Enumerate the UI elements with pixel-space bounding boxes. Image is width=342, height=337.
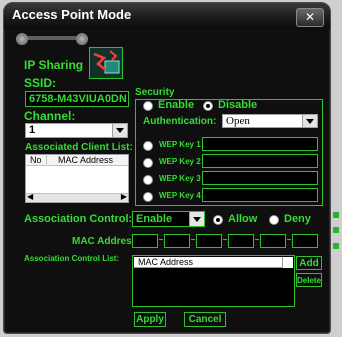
channel-value: 1 bbox=[29, 124, 36, 136]
client-list-col-mac: MAC Address bbox=[58, 155, 114, 165]
authentication-value: Open bbox=[226, 115, 250, 127]
ip-sharing-label: IP Sharing bbox=[24, 58, 84, 72]
authentication-select[interactable]: Open bbox=[222, 114, 318, 128]
mac-octet-2-input[interactable] bbox=[164, 234, 190, 248]
wep-key-1-input[interactable] bbox=[202, 137, 318, 151]
close-icon: ✕ bbox=[304, 10, 316, 24]
wep-key-1-radio[interactable] bbox=[143, 141, 153, 151]
slider-knob-right-icon bbox=[76, 33, 88, 45]
ssid-input[interactable]: 6758-M43VIUA0DN bbox=[25, 91, 129, 107]
association-control-label: Association Control: bbox=[24, 213, 133, 225]
window-title: Access Point Mode bbox=[12, 7, 132, 22]
indicator-dot-1-icon bbox=[333, 212, 339, 218]
chevron-down-icon[interactable] bbox=[189, 212, 204, 226]
security-disable-radio[interactable] bbox=[203, 101, 213, 111]
wep-key-4-label: WEP Key 4 bbox=[159, 191, 201, 200]
mac-octet-3-input[interactable] bbox=[196, 234, 222, 248]
mac-octet-6-input[interactable] bbox=[292, 234, 318, 248]
client-list-col-no: No bbox=[30, 155, 42, 165]
deny-label: Deny bbox=[284, 213, 311, 225]
wep-key-2-label: WEP Key 2 bbox=[159, 157, 201, 166]
mac-octet-4-input[interactable] bbox=[228, 234, 254, 248]
wep-key-3-input[interactable] bbox=[202, 171, 318, 185]
title-bar[interactable]: Access Point Mode ✕ bbox=[4, 3, 330, 29]
close-button[interactable]: ✕ bbox=[296, 8, 324, 27]
mac-octet-5-input[interactable] bbox=[260, 234, 286, 248]
wep-key-2-radio[interactable] bbox=[143, 158, 153, 168]
client-list-header: No MAC Address bbox=[26, 154, 128, 166]
add-button[interactable]: Add bbox=[296, 256, 322, 270]
channel-select[interactable]: 1 bbox=[25, 123, 128, 138]
chevron-down-icon[interactable] bbox=[302, 115, 317, 127]
mac-address-label: MAC Address: bbox=[72, 236, 141, 247]
allow-label: Allow bbox=[228, 213, 258, 225]
association-control-value: Enable bbox=[136, 213, 173, 225]
apply-button[interactable]: Apply bbox=[134, 312, 166, 327]
access-point-window: Access Point Mode ✕ IP Sharing SSID: 675… bbox=[3, 2, 331, 334]
association-control-list-label: Association Control List: bbox=[24, 254, 120, 263]
mac-address-input[interactable] bbox=[132, 234, 322, 248]
allow-radio[interactable] bbox=[213, 215, 223, 225]
indicator-dot-3-icon bbox=[333, 243, 339, 249]
deny-radio[interactable] bbox=[269, 215, 279, 225]
associated-client-list[interactable]: No MAC Address ◀ ▶ bbox=[25, 154, 129, 203]
security-disable-label: Disable bbox=[218, 99, 258, 111]
indicator-dot-2-icon bbox=[333, 227, 339, 233]
wep-key-4-radio[interactable] bbox=[143, 192, 153, 202]
chevron-down-icon[interactable] bbox=[112, 124, 127, 137]
wep-key-3-label: WEP Key 3 bbox=[159, 174, 201, 183]
association-control-list[interactable]: MAC Address bbox=[132, 255, 295, 307]
wep-key-1-label: WEP Key 1 bbox=[159, 140, 201, 149]
security-label: Security bbox=[135, 87, 175, 98]
control-list-col-mac: MAC Address bbox=[138, 257, 194, 267]
cancel-button[interactable]: Cancel bbox=[184, 312, 226, 327]
scroll-right-icon[interactable]: ▶ bbox=[121, 192, 127, 201]
horizontal-scrollbar[interactable]: ◀ ▶ bbox=[26, 192, 128, 202]
scroll-left-icon[interactable]: ◀ bbox=[27, 192, 33, 201]
mac-octet-1-input[interactable] bbox=[132, 234, 158, 248]
wep-key-4-input[interactable] bbox=[202, 188, 318, 202]
slider-knob-left-icon bbox=[16, 33, 28, 45]
wep-key-2-input[interactable] bbox=[202, 154, 318, 168]
network-router-icon[interactable] bbox=[89, 47, 123, 79]
control-list-header: MAC Address bbox=[134, 257, 283, 268]
security-enable-radio[interactable] bbox=[143, 101, 153, 111]
association-control-select[interactable]: Enable bbox=[132, 211, 205, 227]
wep-key-3-radio[interactable] bbox=[143, 175, 153, 185]
associated-client-list-label: Associated Client List: bbox=[25, 142, 133, 153]
authentication-label: Authentication: bbox=[143, 116, 217, 127]
channel-label: Channel: bbox=[24, 109, 76, 123]
delete-button[interactable]: Delete bbox=[296, 273, 322, 287]
ssid-label: SSID: bbox=[24, 76, 57, 90]
security-enable-label: Enable bbox=[158, 99, 195, 111]
